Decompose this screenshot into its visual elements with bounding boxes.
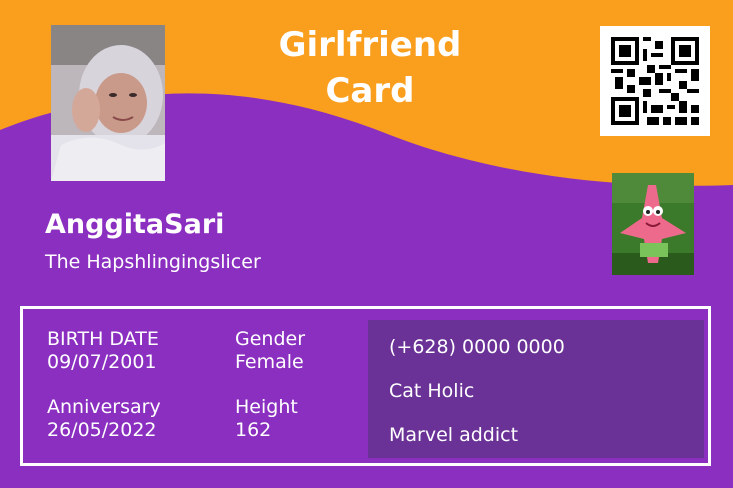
girlfriend-card: Girlfriend Card AnggitaSari The Hapshlin… — [0, 0, 733, 488]
person-name: AnggitaSari — [45, 209, 225, 240]
birth-date-field: BIRTH DATE 09/07/2001 — [47, 328, 159, 374]
gender-label: Gender — [235, 328, 306, 350]
height-label: Height — [235, 396, 298, 418]
note-item: Cat Holic — [389, 380, 475, 402]
height-field: Height 162 — [235, 396, 298, 442]
gender-field: Gender Female — [235, 328, 305, 374]
anniversary-field: Anniversary 26/05/2022 — [47, 396, 161, 442]
note-item: Marvel addict — [389, 424, 519, 446]
height-value: 162 — [235, 419, 272, 441]
birth-date-value: 09/07/2001 — [47, 351, 157, 373]
gender-value: Female — [235, 351, 304, 373]
anniversary-value: 26/05/2022 — [47, 419, 157, 441]
phone-number: (+628) 0000 0000 — [389, 336, 565, 358]
qr-code-icon — [600, 26, 710, 136]
birth-date-label: BIRTH DATE — [47, 328, 159, 350]
card-title-line-1: Girlfriend — [278, 25, 462, 65]
card-title: Girlfriend Card — [250, 22, 490, 114]
patrick-star-photo — [612, 173, 694, 275]
anniversary-label: Anniversary — [47, 396, 161, 418]
card-title-line-2: Card — [325, 71, 415, 111]
person-nickname: The Hapshlingingslicer — [45, 251, 261, 273]
notes-panel: (+628) 0000 0000 Cat Holic Marvel addict — [368, 320, 704, 458]
profile-photo — [51, 25, 165, 181]
details-panel: BIRTH DATE 09/07/2001 Gender Female Anni… — [20, 306, 711, 466]
